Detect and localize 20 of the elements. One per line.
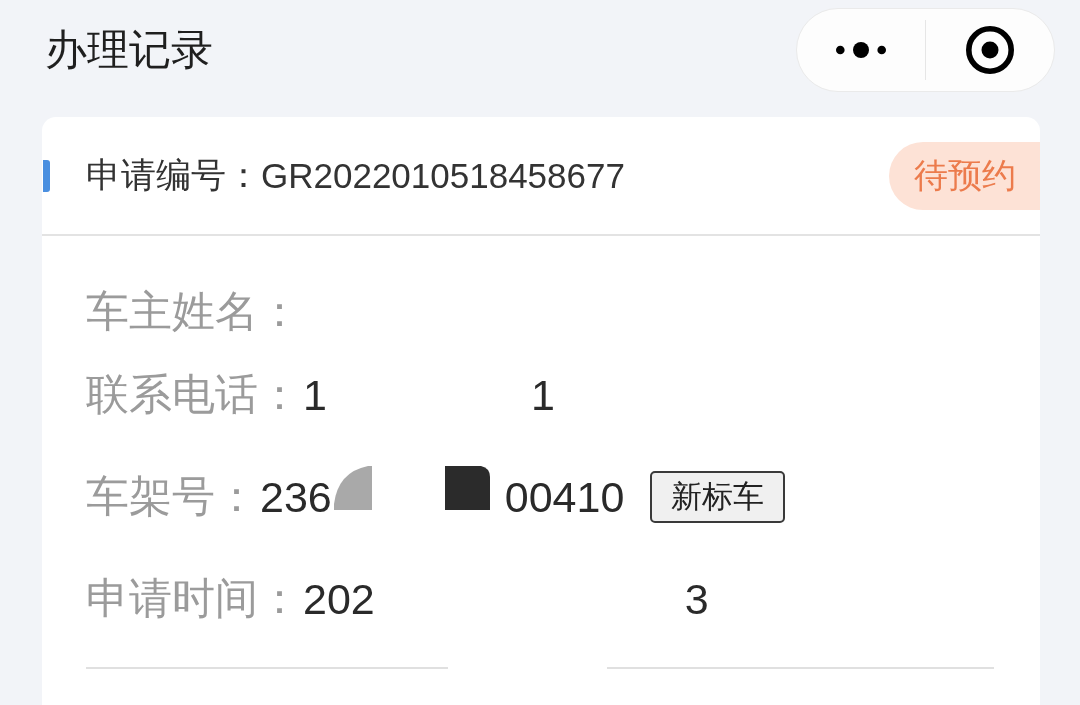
status-badge: 待预约 (889, 141, 1040, 210)
field-label: 申请时间： (86, 573, 301, 624)
field-value: 1 (530, 370, 555, 420)
field-value: 1 (303, 370, 327, 420)
field-label: 联系电话： (86, 369, 301, 420)
redaction-mark-icon (444, 466, 490, 510)
vehicle-type-tag: 新标车 (650, 470, 786, 524)
field-value: 236 (260, 472, 332, 522)
record-number-label: 申请编号： (86, 154, 261, 196)
field-value: 00410 (504, 472, 625, 522)
field-label: 车主姓名： (86, 286, 301, 337)
more-icon (835, 42, 886, 58)
field-value: 3 (684, 574, 709, 624)
record-number: GR2022010518458677 (261, 155, 625, 196)
accent-bar (43, 159, 50, 192)
field-value: 202 (303, 574, 375, 624)
target-icon (966, 26, 1015, 74)
field-label: 车架号： (86, 471, 258, 522)
redaction-mark-icon (333, 466, 372, 510)
page-title: 办理记录 (45, 24, 213, 75)
